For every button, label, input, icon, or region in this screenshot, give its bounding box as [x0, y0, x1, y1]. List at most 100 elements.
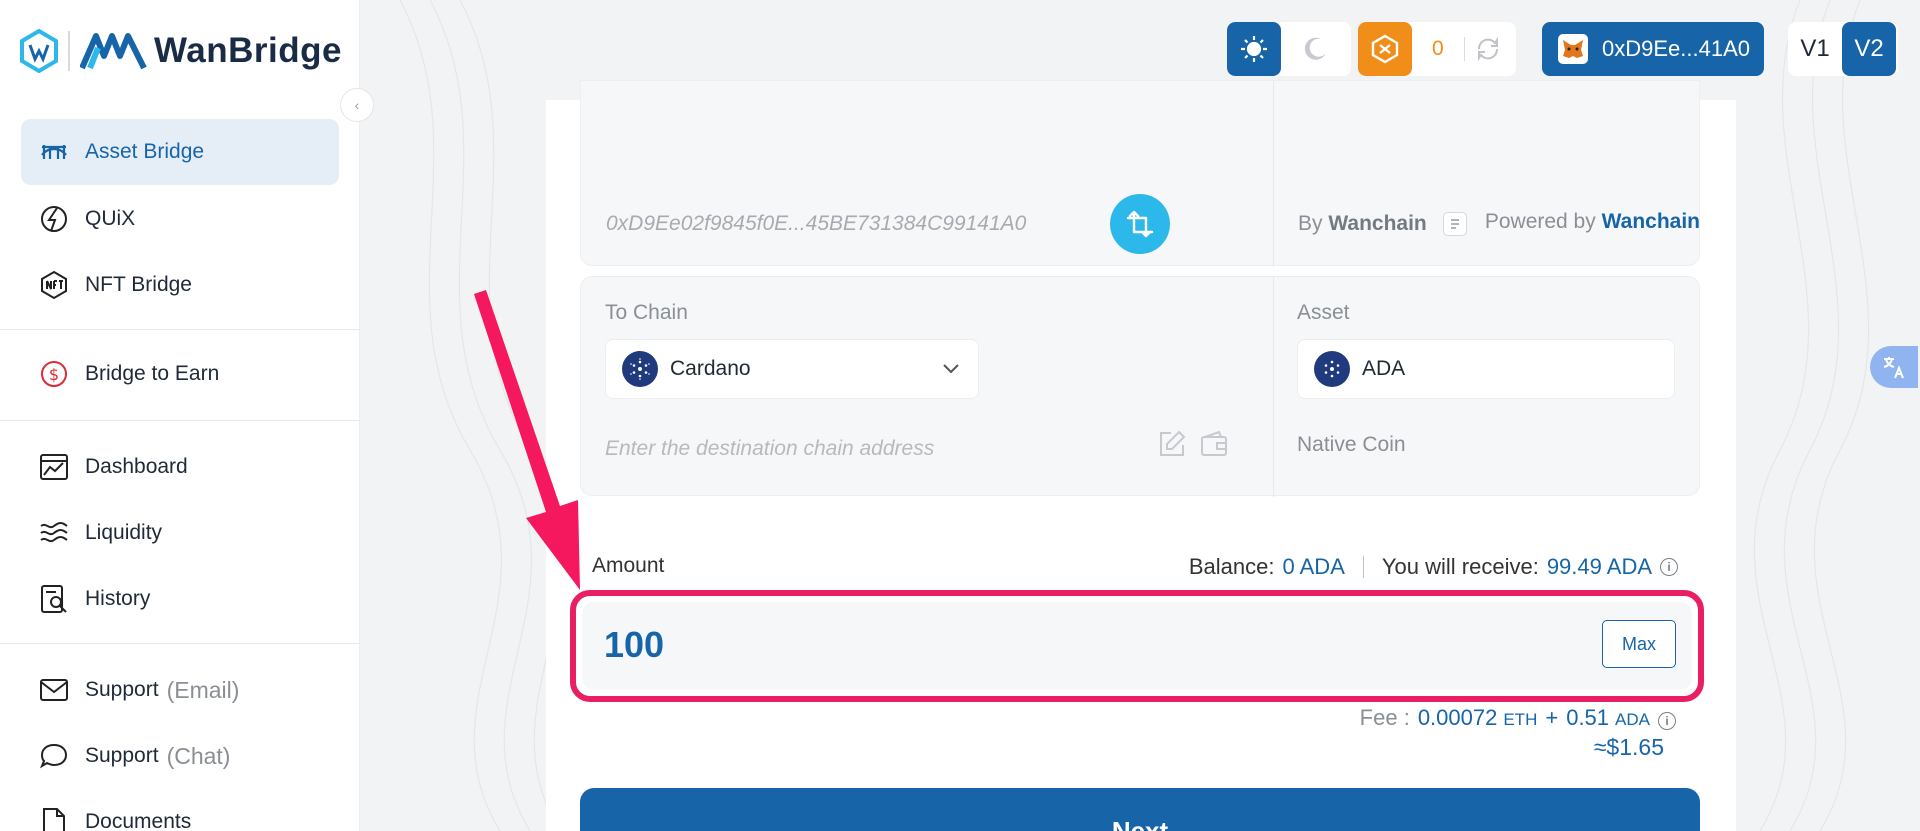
- version-v1-button[interactable]: V1: [1788, 35, 1842, 63]
- fee-eth-value: 0.00072: [1417, 705, 1498, 730]
- chat-icon: [39, 741, 69, 771]
- by-name: Wanchain: [1328, 212, 1427, 235]
- annotation-arrow: [474, 290, 580, 590]
- balance-label: Balance:: [1188, 554, 1275, 579]
- points-widget[interactable]: 0: [1358, 22, 1516, 76]
- destination-address-input[interactable]: Enter the destination chain address: [605, 437, 934, 461]
- sidebar-item-sublabel: (Chat): [166, 742, 231, 769]
- by-prefix: By: [1298, 212, 1323, 235]
- sidebar-item-label: Asset Bridge: [85, 140, 205, 163]
- fee-row: Fee : 0.00072 ETH + 0.51 ADA i: [1360, 705, 1676, 731]
- asset-select[interactable]: ADA: [1297, 339, 1675, 399]
- sidebar-item-sublabel: (Email): [166, 676, 240, 703]
- nav-divider: [0, 420, 360, 421]
- powered-prefix: Powered by: [1484, 210, 1596, 233]
- moon-icon: [1304, 37, 1326, 60]
- sidebar-item-label: Liquidity: [85, 521, 163, 544]
- sidebar-item-quix[interactable]: QUiX: [21, 186, 339, 252]
- dashboard-icon: [39, 452, 69, 482]
- from-address: 0xD9Ee02f9845f0E...45BE731384C99141A0: [606, 212, 1027, 235]
- fee-ada-value: 0.51: [1566, 705, 1610, 730]
- sidebar-item-label: Documents: [85, 810, 192, 831]
- amount-label: Amount: [592, 554, 665, 577]
- waves-icon: [39, 518, 69, 548]
- bridge-provider: By Wanchain: [1298, 212, 1467, 237]
- asset-label: Asset: [1297, 301, 1350, 324]
- history-icon: [39, 584, 69, 614]
- powered-name: Wanchain: [1601, 210, 1700, 233]
- chevron-down-icon: [942, 357, 960, 381]
- to-chain-select[interactable]: Cardano: [605, 339, 979, 399]
- sidebar-item-label: Dashboard: [85, 455, 188, 478]
- sidebar-item-label: Bridge to Earn: [85, 362, 220, 385]
- receive-value: 99.49 ADA: [1546, 554, 1652, 579]
- fee-eth-unit: ETH: [1503, 710, 1538, 729]
- to-chain-label: To Chain: [605, 301, 688, 324]
- logo[interactable]: WanBridge: [20, 26, 342, 76]
- translate-icon: [1883, 357, 1904, 379]
- max-button[interactable]: Max: [1602, 620, 1676, 668]
- edit-icon[interactable]: [1157, 429, 1187, 464]
- sun-icon: [1241, 36, 1267, 62]
- sidebar-item-support-email[interactable]: Support (Email): [21, 657, 339, 723]
- asset-value: ADA: [1362, 357, 1406, 380]
- sidebar: WanBridge Asset Bridge QUiX NFT Bridge $…: [0, 0, 360, 831]
- next-label: Next: [1111, 816, 1169, 831]
- version-switch[interactable]: V1 V2: [1788, 22, 1898, 76]
- quix-icon: [39, 204, 69, 234]
- translate-button[interactable]: [1870, 346, 1918, 388]
- amount-input-container: 100 Max: [582, 602, 1692, 690]
- balance-row: Balance: 0 ADA You will receive: 99.49 A…: [1189, 554, 1678, 580]
- fee-plus: +: [1545, 705, 1559, 730]
- asset-type: Native Coin: [1297, 433, 1406, 456]
- sidebar-item-nft-bridge[interactable]: NFT Bridge: [21, 252, 339, 318]
- wallet-address: 0xD9Ee...41A0: [1602, 36, 1750, 61]
- sidebar-item-bridge-to-earn[interactable]: $ Bridge to Earn: [21, 341, 339, 407]
- document-icon: [39, 807, 69, 831]
- points-badge-icon: [1358, 22, 1412, 76]
- amount-input[interactable]: 100: [604, 624, 664, 666]
- amount-highlight: 100 Max: [570, 590, 1704, 702]
- svg-text:$: $: [49, 365, 59, 384]
- panel-divider: [1273, 277, 1274, 497]
- version-v2-button[interactable]: V2: [1842, 22, 1896, 76]
- swap-direction-button[interactable]: [1110, 194, 1170, 254]
- sidebar-item-documents[interactable]: Documents: [21, 789, 339, 831]
- dark-mode-button[interactable]: [1281, 22, 1351, 76]
- points-divider: [1463, 37, 1465, 61]
- wallet-icon[interactable]: [1199, 429, 1229, 464]
- sidebar-item-label: NFT Bridge: [85, 273, 192, 296]
- sidebar-item-dashboard[interactable]: Dashboard: [21, 434, 339, 500]
- wanbridge-wordmark-icon: [80, 33, 147, 70]
- sidebar-item-label: Support: [85, 744, 159, 767]
- theme-toggle[interactable]: [1227, 22, 1351, 76]
- powered-by: Powered by Wanchain: [1485, 210, 1700, 234]
- sidebar-item-history[interactable]: History: [21, 566, 339, 632]
- ada-icon: [1314, 351, 1350, 387]
- top-bar: 0 0xD9Ee...41A0 V1 V2: [360, 0, 1920, 100]
- sidebar-item-asset-bridge[interactable]: Asset Bridge: [21, 119, 339, 185]
- info-icon[interactable]: i: [1658, 712, 1676, 730]
- document-icon[interactable]: [1442, 212, 1467, 237]
- to-chain-value: Cardano: [670, 357, 751, 380]
- nav-divider: [0, 329, 360, 330]
- balance-value: 0 ADA: [1282, 554, 1345, 579]
- nft-icon: [39, 270, 69, 300]
- fee-ada-unit: ADA: [1615, 710, 1650, 729]
- bridge-card: 0xD9Ee02f9845f0E...45BE731384C99141A0 By…: [546, 80, 1736, 831]
- receive-label: You will receive:: [1381, 554, 1539, 579]
- next-button[interactable]: Next: [580, 788, 1700, 831]
- cardano-icon: [622, 351, 658, 387]
- logo-divider: [68, 31, 70, 71]
- points-count: 0: [1432, 37, 1444, 60]
- sidebar-item-liquidity[interactable]: Liquidity: [21, 500, 339, 566]
- nav-divider: [0, 643, 360, 644]
- sidebar-item-support-chat[interactable]: Support (Chat): [21, 723, 339, 789]
- mail-icon: [39, 675, 69, 705]
- info-icon[interactable]: i: [1660, 558, 1678, 576]
- wallet-address-button[interactable]: 0xD9Ee...41A0: [1542, 22, 1764, 76]
- bridge-icon: [39, 137, 69, 167]
- refresh-icon[interactable]: [1475, 36, 1501, 62]
- light-mode-button[interactable]: [1227, 22, 1281, 76]
- collapse-sidebar-button[interactable]: ‹: [340, 88, 374, 122]
